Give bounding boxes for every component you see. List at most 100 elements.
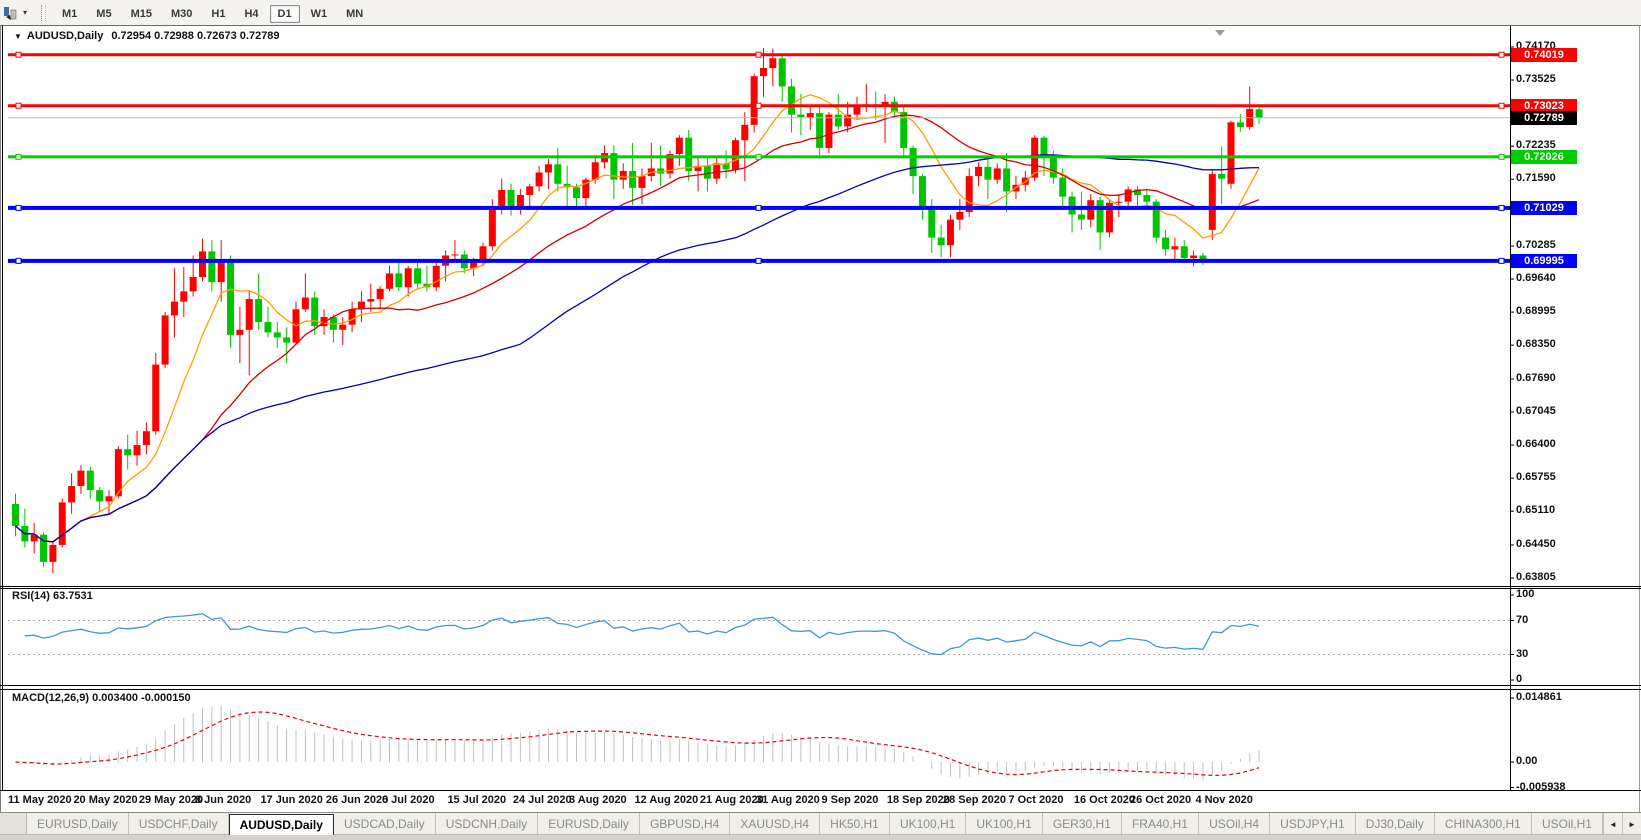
candle — [1236, 122, 1244, 127]
line-handle[interactable] — [15, 257, 22, 264]
line-handle[interactable] — [755, 153, 762, 160]
symbol-tab-usdjpy-h1[interactable]: USDJPY,H1 — [1270, 813, 1356, 835]
timeframe-buttons: M1 M5 M15 M30 H1 H4 D1 W1 MN — [54, 4, 374, 23]
timeframe-button-h1[interactable]: H1 — [203, 5, 233, 23]
timeframe-button-m30[interactable]: M30 — [163, 5, 200, 23]
symbol-tab-usdcnh-daily[interactable]: USDCNH,Daily — [436, 813, 539, 835]
candle — [1255, 109, 1263, 118]
candle — [956, 211, 964, 220]
price-badge: 0.72789 — [1511, 110, 1577, 125]
candle — [77, 470, 85, 487]
line-handle[interactable] — [1498, 153, 1505, 160]
toolbar-dropdown-icon[interactable]: ▾ — [23, 8, 27, 17]
date-axis-label: 8 Jun 2020 — [195, 794, 252, 806]
symbol-tab-usdchf-daily[interactable]: USDCHF,Daily — [129, 813, 229, 835]
candle — [124, 449, 132, 456]
symbol-tab-xauusd-h4[interactable]: XAUUSD,H4 — [730, 813, 821, 835]
chart-cursor-icon[interactable] — [3, 5, 21, 21]
toolbar-grip[interactable] — [41, 4, 47, 21]
macd-indicator-label: MACD(12,26,9) 0.003400 -0.000150 — [12, 692, 191, 705]
candle — [993, 168, 1001, 180]
chart-area[interactable] — [0, 25, 1641, 812]
chart-dropdown-icon[interactable]: ▼ — [14, 32, 22, 41]
symbol-tab-usdcad-daily[interactable]: USDCAD,Daily — [334, 813, 436, 835]
candle — [404, 268, 412, 288]
symbol-tab-ger30-h1[interactable]: GER30,H1 — [1043, 813, 1122, 835]
candle — [199, 251, 206, 278]
tab-scroll-left-icon[interactable]: ◄ — [1603, 813, 1622, 835]
timeframe-button-m1[interactable]: M1 — [54, 5, 85, 23]
candle — [984, 166, 992, 180]
line-handle[interactable] — [1498, 204, 1505, 211]
line-handle[interactable] — [1498, 257, 1505, 264]
candle — [619, 170, 627, 180]
symbol-tab-hk50-h1[interactable]: HK50,H1 — [820, 813, 890, 835]
line-handle[interactable] — [1498, 51, 1505, 58]
candle — [273, 332, 281, 338]
candle — [152, 364, 160, 432]
candle — [1162, 237, 1170, 250]
timeframe-button-d1[interactable]: D1 — [269, 4, 300, 23]
symbol-tab-dj30-daily[interactable]: DJ30,Daily — [1356, 813, 1435, 835]
candle — [348, 309, 356, 325]
candle — [1227, 122, 1235, 184]
symbol-tab-eurusd-daily[interactable]: EURUSD,Daily — [27, 813, 129, 835]
line-handle[interactable] — [15, 51, 22, 58]
chart-symbol-label: AUDUSD,Daily — [26, 30, 104, 42]
candle — [1077, 214, 1085, 220]
candle — [713, 163, 721, 179]
line-handle[interactable] — [755, 257, 762, 264]
candle — [49, 544, 57, 562]
candle — [395, 273, 403, 288]
date-axis-label: 26 Oct 2020 — [1130, 794, 1192, 806]
line-handle[interactable] — [755, 102, 762, 109]
price-axis-label: 0.67690 — [1516, 371, 1556, 384]
toolbar: ▾ M1 M5 M15 M30 H1 H4 D1 W1 MN — [0, 0, 1641, 26]
rsi-axis-label: 70 — [1516, 613, 1529, 626]
candle — [685, 137, 693, 171]
symbol-tab-fra40-h1[interactable]: FRA40,H1 — [1122, 813, 1200, 835]
date-axis-label: 18 Sep 2020 — [886, 794, 950, 806]
date-axis-label: 6 Jul 2020 — [382, 794, 435, 806]
timeframe-button-w1[interactable]: W1 — [303, 5, 336, 23]
timeframe-button-mn[interactable]: MN — [338, 5, 371, 23]
price-axis-label: 0.67045 — [1516, 405, 1556, 417]
line-handle[interactable] — [755, 51, 762, 58]
timeframe-button-m5[interactable]: M5 — [88, 5, 119, 23]
line-handle[interactable] — [15, 204, 22, 211]
symbol-tab-uk100-h1[interactable]: UK100,H1 — [966, 813, 1043, 835]
candle — [675, 137, 683, 155]
symbol-tab-usoil-h1[interactable]: USOil,H1 — [1532, 813, 1603, 835]
symbol-tab-uk100-h1[interactable]: UK100,H1 — [890, 813, 967, 835]
macd-values: 0.003400 -0.000150 — [92, 692, 191, 704]
candle — [236, 329, 244, 335]
line-handle[interactable] — [755, 204, 762, 211]
price-badge: 0.71029 — [1511, 200, 1577, 215]
symbol-tab-eurusd-daily[interactable]: EURUSD,Daily — [538, 813, 640, 835]
candle — [937, 237, 945, 246]
line-handle[interactable] — [1498, 102, 1505, 109]
timeframe-button-m15[interactable]: M15 — [123, 5, 160, 23]
price-axis-label: 0.66400 — [1516, 438, 1556, 451]
candle — [1068, 196, 1076, 215]
line-handle[interactable] — [15, 102, 22, 109]
price-axis-label: 0.71590 — [1516, 172, 1556, 185]
symbol-tab-usoil-h4[interactable]: USOil,H4 — [1199, 813, 1271, 835]
price-axis-label: 0.68995 — [1516, 305, 1556, 318]
trading-platform-window: ▾ M1 M5 M15 M30 H1 H4 D1 W1 MN ▼ AUDUSD,Daily 0.72… — [0, 0, 1641, 840]
line-handle[interactable] — [15, 153, 22, 160]
tab-bar-stub — [0, 813, 27, 835]
candle — [778, 58, 786, 87]
timeframe-button-h4[interactable]: H4 — [236, 5, 266, 23]
candle — [788, 86, 796, 115]
candle — [909, 147, 917, 177]
tab-scroll-right-icon[interactable]: ► — [1622, 813, 1641, 835]
candle — [161, 315, 169, 365]
candle — [797, 114, 805, 118]
candle — [12, 503, 19, 527]
candle — [760, 68, 767, 77]
symbol-tab-china300-h1[interactable]: CHINA300,H1 — [1435, 813, 1532, 835]
symbol-tab-gbpusd-h4[interactable]: GBPUSD,H4 — [640, 813, 731, 835]
symbol-tab-audusd-daily[interactable]: AUDUSD,Daily — [228, 814, 334, 835]
candle — [283, 337, 291, 343]
